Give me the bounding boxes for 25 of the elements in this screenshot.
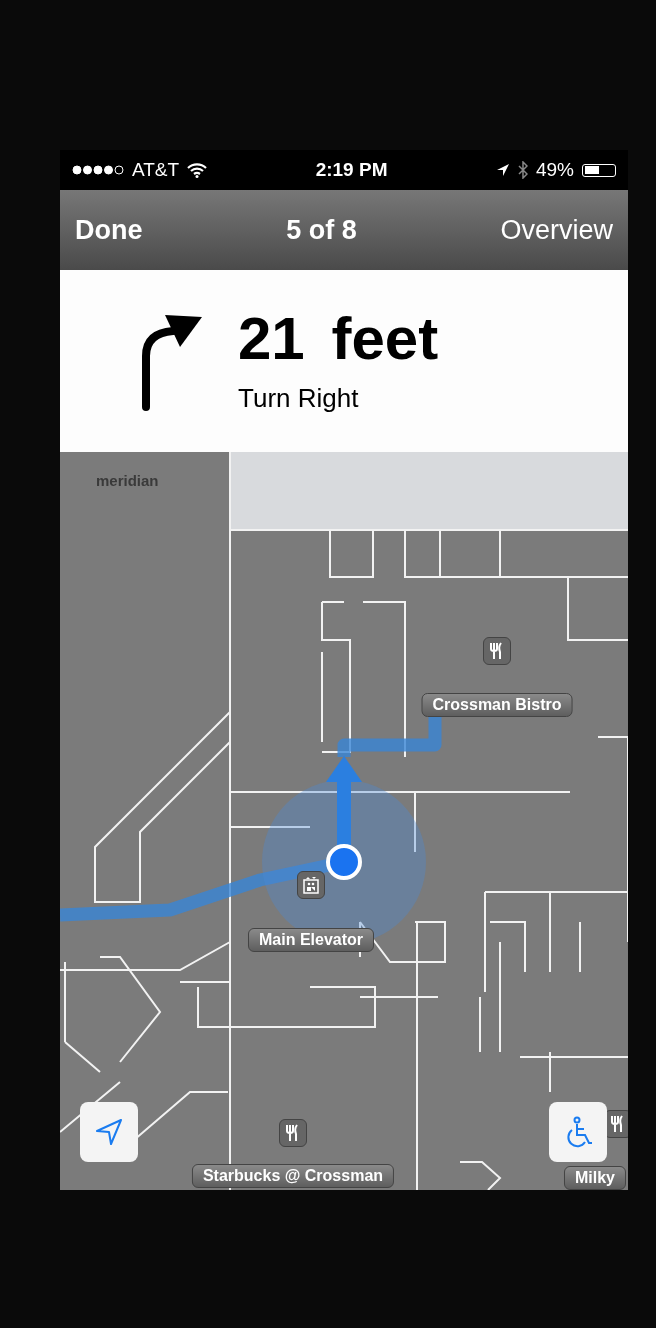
done-button[interactable]: Done [75, 214, 143, 246]
overview-button[interactable]: Overview [500, 214, 613, 246]
nav-title: 5 of 8 [286, 214, 357, 246]
instruction-text: Turn Right [238, 382, 360, 414]
fork-knife-icon[interactable] [483, 637, 511, 665]
fork-knife-icon[interactable] [279, 1119, 307, 1147]
poi-label[interactable]: Milky [564, 1166, 626, 1190]
elevator-icon[interactable] [297, 871, 325, 899]
status-time: 2:19 PM [315, 159, 388, 181]
battery-icon [582, 163, 616, 177]
current-location-dot [326, 844, 362, 880]
poi-label[interactable]: Main Elevator [248, 928, 374, 952]
carrier-label: AT&T [132, 159, 180, 181]
location-arrow-icon [94, 1117, 124, 1147]
bluetooth-icon [517, 161, 528, 179]
map-attribution: meridian [96, 472, 159, 489]
accessibility-button[interactable] [549, 1102, 607, 1162]
location-arrow-icon [495, 163, 510, 177]
battery-percent: 49% [535, 159, 574, 181]
locate-button[interactable] [80, 1102, 138, 1162]
wifi-icon [187, 162, 208, 178]
signal-icon [72, 165, 124, 175]
distance-text: 21 feet [238, 308, 439, 369]
poi-label[interactable]: Starbucks @ Crossman [191, 1164, 395, 1188]
poi-label[interactable]: Crossman Bistro [421, 693, 573, 717]
